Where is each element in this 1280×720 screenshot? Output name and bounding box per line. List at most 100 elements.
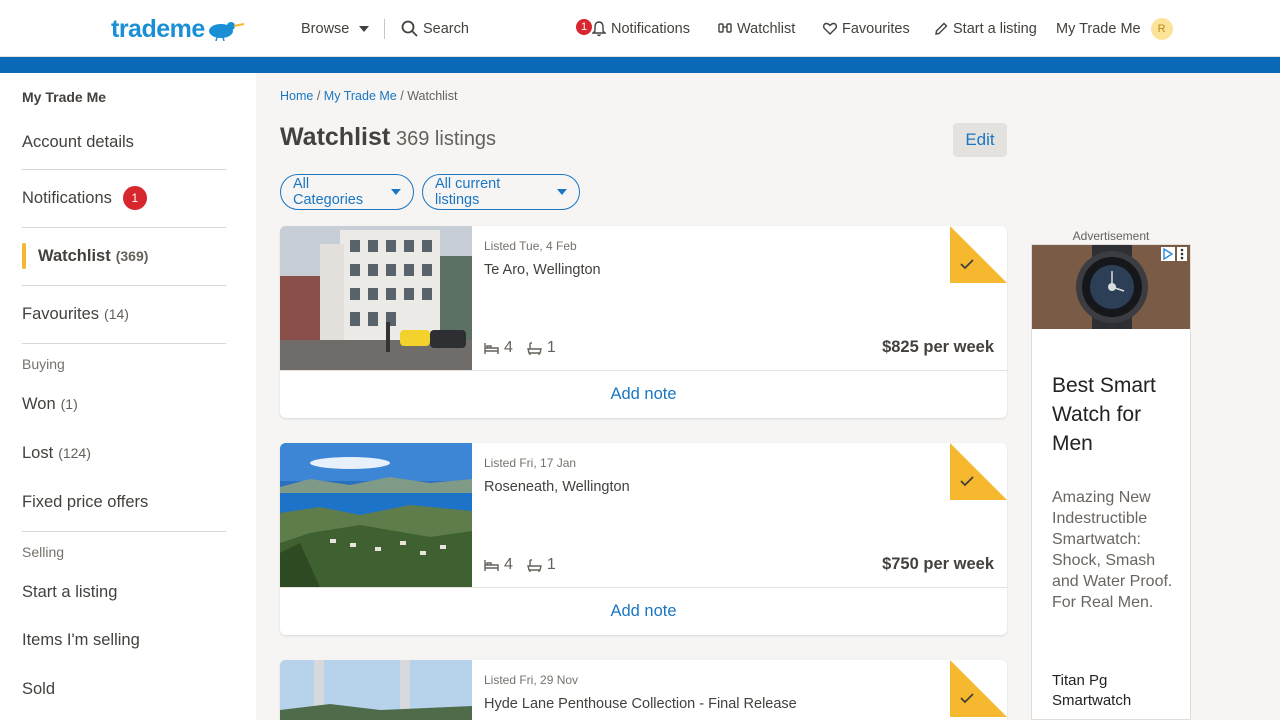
listing-photo[interactable] [280, 443, 472, 587]
ad-headline[interactable]: Best Smart Watch for Men [1052, 371, 1177, 458]
listing-status-filter-dropdown[interactable]: All current listings [422, 174, 580, 210]
bathroom-count: 1 [546, 339, 556, 356]
logo-text: trademe [111, 14, 205, 43]
listing-card[interactable]: Listed Fri, 17 Jan Roseneath, Wellington… [280, 443, 1007, 635]
browse-menu[interactable]: Browse [301, 0, 370, 57]
watchlist-link[interactable]: Watchlist [718, 0, 795, 57]
breadcrumb-current: Watchlist [407, 89, 458, 103]
trademe-logo[interactable]: trademe [111, 14, 245, 44]
my-trademe-label: My Trade Me [1056, 20, 1141, 37]
ad-brand[interactable]: Titan Pg Smartwatch [1052, 671, 1177, 711]
buying-heading: Buying [22, 356, 65, 372]
top-navigation-bar: trademe Browse Search 1 Notifications Wa… [0, 0, 1280, 57]
breadcrumb: Home / My Trade Me / Watchlist [280, 89, 457, 103]
listing-card[interactable]: Listed Fri, 29 Nov Hyde Lane Penthouse C… [280, 660, 1007, 720]
bedroom-count: 4 [504, 556, 513, 573]
watchlist-check-icon[interactable] [950, 660, 1007, 717]
my-trademe-menu[interactable]: My Trade Me R [1056, 0, 1173, 57]
notifications-badge: 1 [122, 186, 147, 210]
listing-card[interactable]: Listed Tue, 4 Feb Te Aro, Wellington 4 1… [280, 226, 1007, 418]
advertisement[interactable]: Best Smart Watch for Men Amazing New Ind… [1031, 244, 1191, 720]
breadcrumb-home[interactable]: Home [280, 89, 313, 103]
listing-location[interactable]: Te Aro, Wellington [484, 262, 601, 278]
sidebar-divider [22, 227, 226, 228]
sidebar-item-items-selling[interactable]: Items I'm selling [22, 629, 226, 651]
filter-label: All current listings [435, 176, 501, 208]
sidebar-title: My Trade Me [22, 89, 107, 105]
search-button[interactable]: Search [401, 0, 469, 57]
advertisement-label: Advertisement [1072, 229, 1150, 243]
sidebar-divider [22, 285, 226, 286]
bed-icon [484, 559, 499, 571]
bed-icon [484, 342, 499, 354]
sidebar-item-watchlist[interactable]: Watchlist (369) [38, 245, 242, 267]
selling-heading: Selling [22, 544, 65, 560]
kiwi-icon [208, 22, 244, 41]
listing-date: Listed Fri, 17 Jan [484, 456, 577, 470]
adchoices-icon[interactable] [1161, 247, 1175, 261]
lost-count: (124) [58, 445, 91, 461]
heart-icon [823, 22, 837, 35]
bath-icon [527, 341, 542, 355]
listing-date: Listed Tue, 4 Feb [484, 239, 577, 253]
sidebar-item-account-details[interactable]: Account details [22, 131, 226, 153]
avatar: R [1150, 17, 1173, 40]
breadcrumb-separator: / [316, 89, 321, 103]
sidebar-item-label: Start a listing [22, 582, 118, 601]
notifications-count-badge: 1 [576, 19, 592, 35]
filter-label: All Categories [293, 176, 364, 208]
listing-photo[interactable] [280, 660, 472, 720]
start-listing-link[interactable]: Start a listing [934, 0, 1037, 57]
sidebar-item-label: Watchlist [38, 246, 111, 265]
ad-body-text: Amazing New Indestructible Smartwatch: S… [1052, 489, 1173, 611]
pencil-icon [935, 22, 948, 35]
chevron-down-icon [359, 25, 370, 32]
watchlist-check-icon[interactable] [950, 443, 1007, 500]
listing-date: Listed Fri, 29 Nov [484, 673, 579, 687]
sidebar-divider [22, 531, 226, 532]
bedroom-count: 4 [504, 339, 513, 356]
ad-choices[interactable] [1161, 247, 1187, 261]
sidebar-item-label: Notifications [22, 188, 112, 207]
favourites-label: Favourites [842, 20, 910, 37]
search-icon [401, 20, 418, 37]
chevron-down-icon [391, 189, 401, 195]
sidebar-item-label: Items I'm selling [22, 630, 140, 649]
edit-button[interactable]: Edit [953, 123, 1007, 157]
watchlist-check-icon[interactable] [950, 226, 1007, 283]
sidebar-item-sold[interactable]: Sold [22, 678, 226, 700]
sidebar-item-label: Sold [22, 679, 56, 698]
browse-label: Browse [301, 20, 350, 37]
binoculars-icon [718, 22, 732, 33]
sidebar-item-notifications[interactable]: Notifications 1 [22, 186, 226, 210]
favourites-link[interactable]: Favourites [823, 0, 910, 57]
search-label: Search [423, 20, 469, 37]
add-note-button[interactable]: Add note [280, 587, 1007, 635]
bathroom-count: 1 [546, 556, 556, 573]
breadcrumb-my-trademe[interactable]: My Trade Me [324, 89, 397, 103]
bell-icon [592, 20, 606, 36]
notifications-label: Notifications [611, 20, 690, 37]
won-count: (1) [60, 396, 78, 412]
listing-title[interactable]: Hyde Lane Penthouse Collection - Final R… [484, 696, 797, 712]
sidebar-item-favourites[interactable]: Favourites (14) [22, 303, 226, 325]
category-filter-dropdown[interactable]: All Categories [280, 174, 414, 210]
sidebar-item-won[interactable]: Won (1) [22, 393, 226, 415]
sidebar-item-lost[interactable]: Lost (124) [22, 442, 226, 464]
listing-price: $750 per week [882, 555, 994, 573]
add-note-button[interactable]: Add note [280, 370, 1007, 418]
watchlist-label: Watchlist [737, 20, 796, 37]
more-options-icon[interactable] [1177, 247, 1187, 261]
listing-features: 4 1 [484, 556, 556, 574]
sidebar-item-fixed-price-offers[interactable]: Fixed price offers [22, 491, 226, 513]
my-trademe-sidebar: My Trade Me Account details Notification… [0, 73, 256, 720]
sidebar-item-label: Account details [22, 132, 134, 151]
sidebar-item-label: Favourites [22, 304, 100, 323]
listing-location[interactable]: Roseneath, Wellington [484, 479, 630, 495]
nav-divider [384, 19, 385, 39]
listing-photo[interactable] [280, 226, 472, 370]
bath-icon [527, 558, 542, 572]
notifications-link[interactable]: 1 Notifications [576, 0, 690, 57]
breadcrumb-separator: / [400, 89, 404, 103]
sidebar-item-start-listing[interactable]: Start a listing [22, 581, 226, 603]
